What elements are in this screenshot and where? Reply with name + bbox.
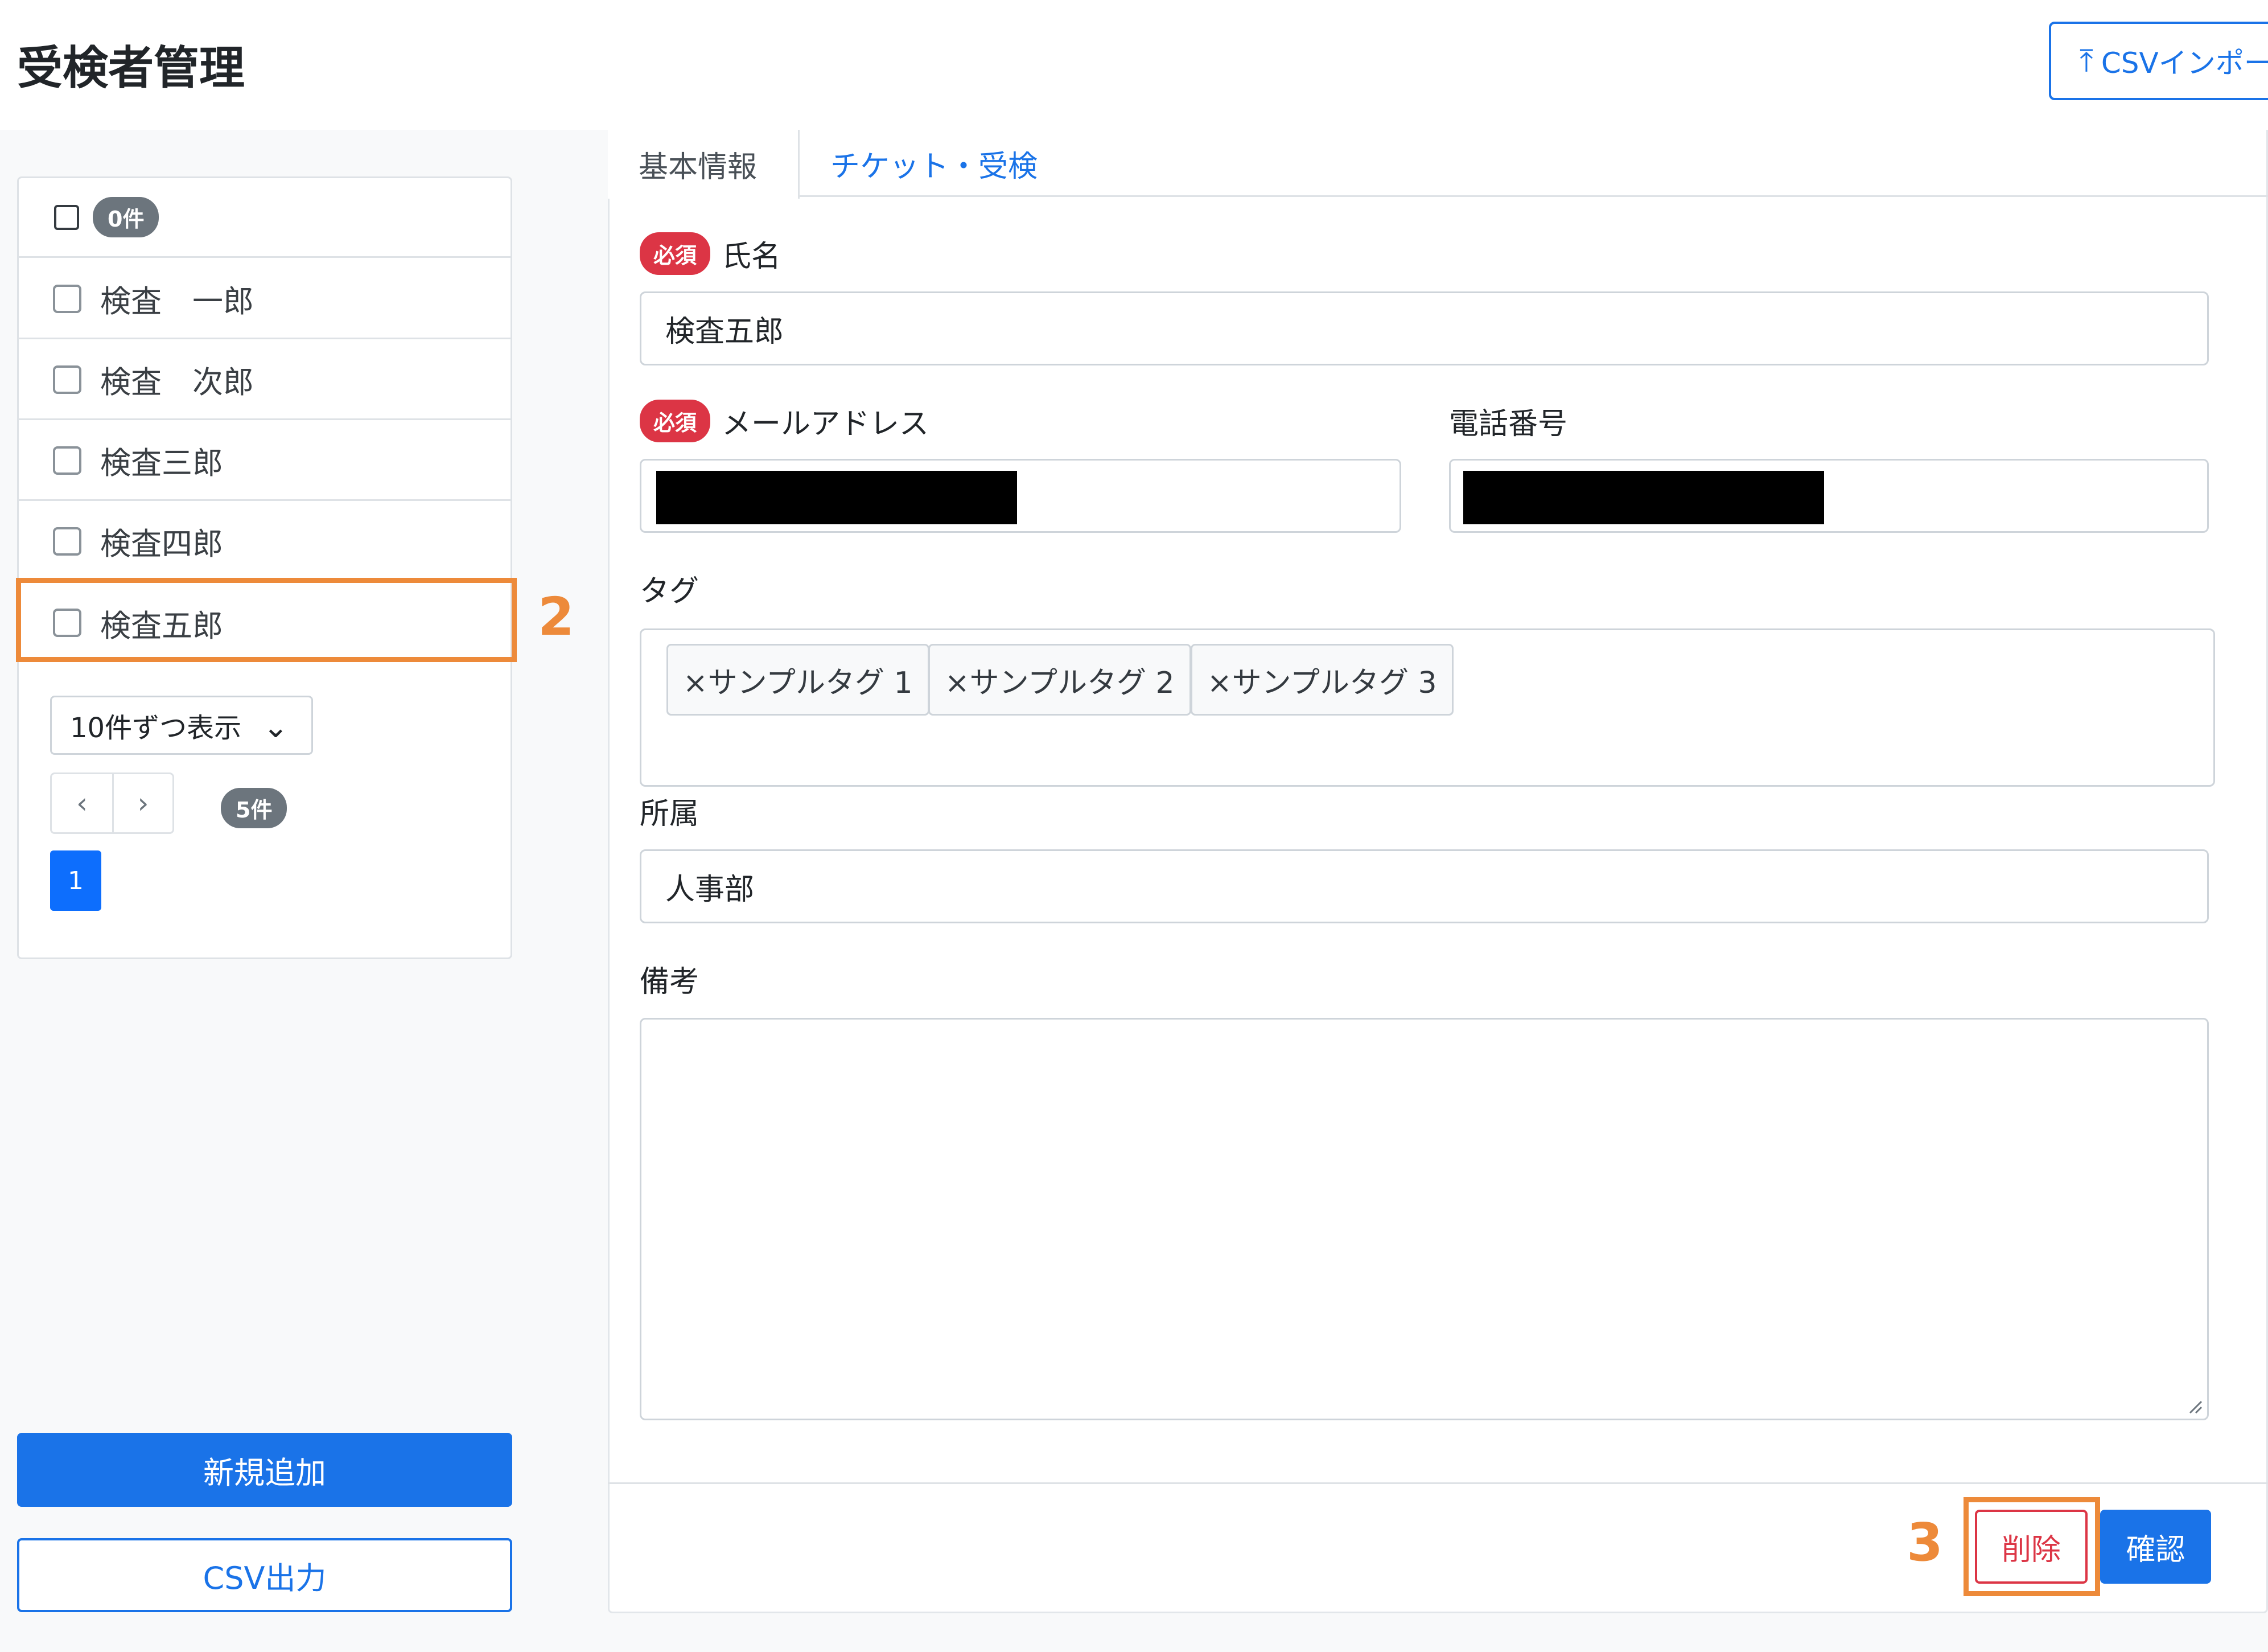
tag-chip[interactable]: ×サンプルタグ 2 xyxy=(928,644,1191,716)
add-new-button[interactable]: 新規追加 xyxy=(17,1433,512,1507)
select-all-checkbox[interactable] xyxy=(54,204,79,230)
list-item[interactable]: 検査三郎 xyxy=(19,421,511,501)
name-input[interactable]: 検査五郎 xyxy=(640,291,2209,365)
page-number-current[interactable]: 1 xyxy=(50,850,101,911)
list-item-label: 検査三郎 xyxy=(100,445,223,481)
select-all-row: 0件 xyxy=(19,178,511,258)
notes-label: 備考 xyxy=(640,965,699,999)
tag-chip-label: ×サンプルタグ 1 xyxy=(683,665,913,700)
delete-button[interactable]: 削除 xyxy=(1975,1510,2088,1584)
email-label: メールアドレス xyxy=(722,407,929,441)
list-item-label: 検査五郎 xyxy=(100,607,223,644)
confirm-button[interactable]: 確認 xyxy=(2100,1510,2211,1584)
csv-import-label: CSVインポート xyxy=(2101,47,2268,80)
csv-import-button[interactable]: ⤒ CSVインポート xyxy=(2049,22,2268,100)
list-item[interactable]: 検査四郎 xyxy=(19,502,511,582)
department-input[interactable]: 人事部 xyxy=(640,849,2209,923)
step-3-number: 3 xyxy=(1907,1512,1944,1573)
chevron-down-icon: ⌄ xyxy=(262,709,289,745)
csv-export-button[interactable]: CSV出力 xyxy=(17,1538,512,1612)
name-input-value: 検査五郎 xyxy=(665,314,784,349)
tab-basic-info[interactable]: 基本情報 xyxy=(608,130,800,199)
pagination-arrows: ‹ › xyxy=(50,772,174,834)
tag-label: タグ xyxy=(640,574,699,609)
prev-page-button[interactable]: ‹ xyxy=(52,774,112,832)
list-item-checkbox[interactable] xyxy=(53,527,81,556)
tag-chip[interactable]: ×サンプルタグ 3 xyxy=(1191,644,1454,716)
phone-input[interactable] xyxy=(1449,459,2209,533)
department-label: 所属 xyxy=(640,797,699,831)
required-badge: 必須 xyxy=(640,232,711,275)
list-item[interactable]: 検査 一郎 xyxy=(19,260,511,339)
email-input[interactable] xyxy=(640,459,1401,533)
tag-chip-label: ×サンプルタグ 3 xyxy=(1207,665,1437,700)
step-2-number: 2 xyxy=(538,586,575,647)
list-item[interactable]: 検査 次郎 xyxy=(19,340,511,420)
app-header: 受検者管理 ⤒ CSVインポート xyxy=(0,0,2268,130)
list-item-checkbox[interactable] xyxy=(53,609,81,637)
email-label-group: 必須 メールアドレス xyxy=(640,400,929,442)
page-size-value: 10件ずつ表示 xyxy=(70,712,242,744)
list-item-checkbox[interactable] xyxy=(53,446,81,475)
total-count-badge: 5件 xyxy=(221,788,287,828)
resize-grip-icon[interactable] xyxy=(2185,1397,2203,1414)
footer-divider xyxy=(608,1482,2268,1484)
tag-chip[interactable]: ×サンプルタグ 1 xyxy=(666,644,929,716)
upload-arrow-icon: ⤒ xyxy=(2080,43,2093,79)
list-item-label: 検査 次郎 xyxy=(100,364,254,400)
list-item-checkbox[interactable] xyxy=(53,284,81,313)
list-item-selected[interactable]: 検査五郎 xyxy=(19,583,511,663)
list-item-label: 検査四郎 xyxy=(100,526,223,562)
phone-label: 電話番号 xyxy=(1449,407,1568,441)
redacted-phone xyxy=(1463,471,1824,524)
page-size-select[interactable]: 10件ずつ表示 ⌄ xyxy=(50,696,313,755)
notes-textarea[interactable] xyxy=(640,1018,2209,1420)
page-title: 受検者管理 xyxy=(17,42,245,94)
tab-ticket-exam[interactable]: チケット・受検 xyxy=(800,130,1068,197)
tag-chip-label: ×サンプルタグ 2 xyxy=(945,665,1175,700)
list-item-checkbox[interactable] xyxy=(53,365,81,394)
next-page-button[interactable]: › xyxy=(112,774,172,832)
list-item-label: 検査 一郎 xyxy=(100,283,254,319)
tab-bar: 基本情報 チケット・受検 xyxy=(608,130,2268,199)
name-label-group: 必須 氏名 xyxy=(640,232,781,275)
name-label: 氏名 xyxy=(722,240,781,274)
selected-count-badge: 0件 xyxy=(93,197,159,237)
department-input-value: 人事部 xyxy=(665,872,755,907)
required-badge: 必須 xyxy=(640,400,711,442)
tag-input[interactable]: ×サンプルタグ 1 ×サンプルタグ 2 ×サンプルタグ 3 xyxy=(640,628,2215,787)
redacted-email xyxy=(656,471,1017,524)
examinee-list-card: 0件 検査 一郎 検査 次郎 検査三郎 検査四郎 検査五郎 xyxy=(17,176,512,959)
